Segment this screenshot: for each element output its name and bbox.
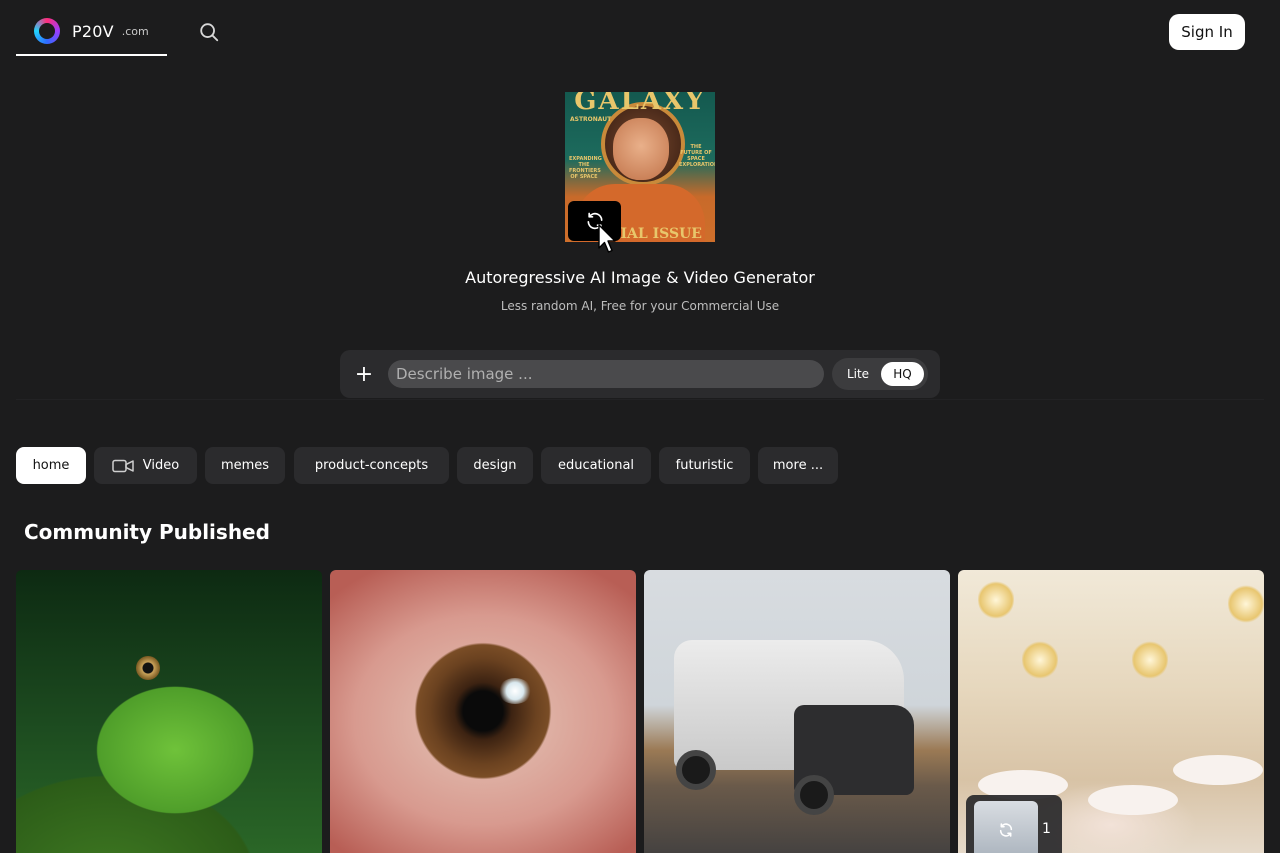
chandelier — [1022, 640, 1058, 680]
refresh-icon — [999, 823, 1013, 837]
magazine-right-tag: THE FUTURE OF SPACE EXPLORATION — [679, 144, 715, 168]
brand-logo-icon — [34, 18, 60, 44]
search-icon[interactable] — [198, 21, 220, 43]
prompt-bar: + Lite HQ — [340, 350, 940, 398]
magazine-title: GALAXY — [574, 92, 706, 116]
category-chip-design[interactable]: design — [457, 447, 533, 484]
community-card-eye[interactable] — [330, 570, 636, 853]
frog-eye — [136, 656, 160, 680]
sign-in-button[interactable]: Sign In — [1169, 14, 1245, 50]
add-attachment-button[interactable]: + — [352, 362, 376, 387]
mouse-cursor-icon — [598, 224, 616, 253]
video-camera-icon — [112, 459, 134, 472]
banquet-table — [1173, 755, 1263, 785]
category-chip-futuristic[interactable]: futuristic — [659, 447, 750, 484]
chandelier — [1132, 640, 1168, 680]
category-chip-video-label: Video — [142, 458, 180, 473]
quality-option-lite[interactable]: Lite — [838, 362, 878, 386]
magazine-left-tag: EXPANDING THE FRONTIERS OF SPACE — [569, 156, 602, 180]
eye-glint — [498, 678, 532, 704]
top-bar: P20V .com Sign In — [0, 0, 1280, 64]
community-card-frog[interactable] — [16, 570, 322, 853]
category-chip-memes[interactable]: memes — [205, 447, 285, 484]
quality-option-hq[interactable]: HQ — [881, 362, 924, 386]
van-wheel — [794, 775, 834, 815]
chandelier — [978, 580, 1014, 620]
banquet-table — [1088, 785, 1178, 815]
hero-subtitle: Less random AI, Free for your Commercial… — [500, 299, 780, 313]
hero-title: Autoregressive AI Image & Video Generato… — [465, 268, 815, 287]
category-chip-educational[interactable]: educational — [541, 447, 651, 484]
collection-badge[interactable]: 1 — [966, 795, 1062, 853]
magazine-subtitle: ASTRONAUT — [570, 116, 612, 123]
category-chip-more[interactable]: more ... — [758, 447, 838, 484]
category-chip-home[interactable]: home — [16, 447, 86, 484]
van-wheel — [676, 750, 716, 790]
astronaut-face — [613, 118, 669, 180]
brand-home-link[interactable]: P20V .com — [16, 8, 167, 56]
prompt-input[interactable] — [388, 360, 824, 388]
category-chip-product-concepts[interactable]: product-concepts — [294, 447, 449, 484]
quality-toggle: Lite HQ — [832, 358, 928, 390]
collection-count: 1 — [1042, 821, 1051, 837]
chandelier — [1228, 584, 1264, 624]
community-card-van[interactable] — [644, 570, 950, 853]
category-chip-video[interactable]: Video — [94, 447, 197, 484]
brand-tld: .com — [121, 24, 149, 38]
brand-name: P20V — [72, 21, 114, 41]
community-section-title: Community Published — [24, 520, 270, 544]
collection-thumbnail — [974, 801, 1038, 853]
